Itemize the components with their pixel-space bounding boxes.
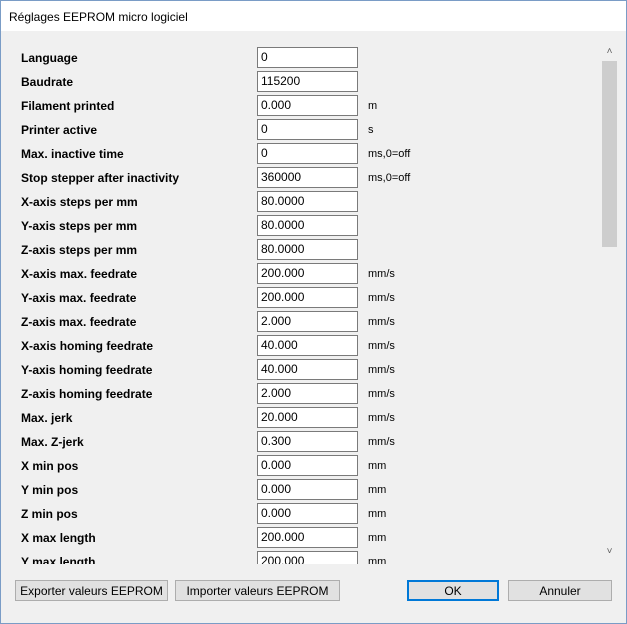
setting-label: X-axis max. feedrate	[21, 267, 138, 281]
setting-row: Stop stepper after inactivity ms,0=off	[9, 167, 599, 189]
setting-label: Y-axis max. feedrate	[21, 291, 137, 305]
setting-value-input[interactable]	[257, 263, 358, 284]
window-title: Réglages EEPROM micro logiciel	[9, 10, 188, 24]
setting-value-input[interactable]	[257, 95, 358, 116]
setting-unit: mm	[368, 556, 387, 564]
setting-label: Y min pos	[21, 483, 79, 497]
import-eeprom-button[interactable]: Importer valeurs EEPROM	[175, 580, 340, 601]
setting-row: Z-axis max. feedrate mm/s	[9, 311, 599, 333]
cancel-button[interactable]: Annuler	[508, 580, 612, 601]
setting-unit: mm/s	[368, 340, 395, 352]
setting-value-input[interactable]	[257, 311, 358, 332]
setting-row: X-axis homing feedrate mm/s	[9, 335, 599, 357]
setting-unit: mm/s	[368, 412, 395, 424]
setting-row: Z-axis homing feedrate mm/s	[9, 383, 599, 405]
setting-row: X-axis max. feedrate mm/s	[9, 263, 599, 285]
setting-label: Stop stepper after inactivity	[21, 171, 180, 185]
chevron-down-icon[interactable]: ˅	[601, 543, 618, 560]
setting-label: Z-axis max. feedrate	[21, 315, 137, 329]
setting-label: Y-axis homing feedrate	[21, 363, 153, 377]
setting-label: Filament printed	[21, 99, 115, 113]
setting-label: Printer active	[21, 123, 98, 137]
setting-value-input[interactable]	[257, 215, 358, 236]
chevron-up-icon[interactable]: ˄	[601, 43, 618, 60]
setting-unit: mm/s	[368, 268, 395, 280]
setting-value-input[interactable]	[257, 239, 358, 260]
setting-value-input[interactable]	[257, 287, 358, 308]
setting-label: X min pos	[21, 459, 79, 473]
title-bar: Réglages EEPROM micro logiciel	[1, 1, 626, 31]
vertical-scrollbar[interactable]: ˄ ˅	[601, 37, 618, 564]
setting-value-input[interactable]	[257, 191, 358, 212]
setting-value-input[interactable]	[257, 503, 358, 524]
setting-value-input[interactable]	[257, 335, 358, 356]
setting-row: Max. Z-jerk mm/s	[9, 431, 599, 453]
setting-row: Max. inactive time ms,0=off	[9, 143, 599, 165]
setting-value-input[interactable]	[257, 119, 358, 140]
setting-unit: mm/s	[368, 292, 395, 304]
setting-row: Y-axis homing feedrate mm/s	[9, 359, 599, 381]
setting-label: Y-axis steps per mm	[21, 219, 138, 233]
setting-value-input[interactable]	[257, 47, 358, 68]
setting-row: Printer active s	[9, 119, 599, 141]
setting-label: X-axis steps per mm	[21, 195, 138, 209]
setting-row: Max. jerk mm/s	[9, 407, 599, 429]
setting-row: X-axis steps per mm	[9, 191, 599, 213]
setting-unit: m	[368, 100, 378, 112]
setting-unit: mm/s	[368, 436, 395, 448]
setting-label: X-axis homing feedrate	[21, 339, 154, 353]
setting-row: Y-axis steps per mm	[9, 215, 599, 237]
setting-value-input[interactable]	[257, 527, 358, 548]
setting-value-input[interactable]	[257, 383, 358, 404]
export-eeprom-button[interactable]: Exporter valeurs EEPROM	[15, 580, 168, 601]
setting-row: Filament printed m	[9, 95, 599, 117]
setting-unit: mm/s	[368, 388, 395, 400]
setting-unit: s	[368, 124, 374, 136]
setting-row: X max length mm	[9, 527, 599, 549]
setting-label: Baudrate	[21, 75, 74, 89]
setting-label: Z min pos	[21, 507, 78, 521]
setting-value-input[interactable]	[257, 479, 358, 500]
setting-value-input[interactable]	[257, 359, 358, 380]
setting-row: X min pos mm	[9, 455, 599, 477]
setting-label: Y max length	[21, 555, 96, 564]
setting-label: Z-axis homing feedrate	[21, 387, 153, 401]
setting-label: Language	[21, 51, 78, 65]
setting-row: Baudrate	[9, 71, 599, 93]
setting-label: X max length	[21, 531, 96, 545]
setting-label: Z-axis steps per mm	[21, 243, 138, 257]
setting-label: Max. jerk	[21, 411, 73, 425]
eeprom-settings-dialog: Réglages EEPROM micro logiciel ˄ ˅ Langu…	[0, 0, 627, 624]
setting-value-input[interactable]	[257, 167, 358, 188]
setting-unit: mm	[368, 460, 387, 472]
setting-row: Language	[9, 47, 599, 69]
setting-value-input[interactable]	[257, 143, 358, 164]
setting-unit: mm	[368, 484, 387, 496]
setting-value-input[interactable]	[257, 431, 358, 452]
setting-label: Max. Z-jerk	[21, 435, 84, 449]
setting-unit: mm/s	[368, 316, 395, 328]
setting-unit: ms,0=off	[368, 148, 411, 160]
setting-row: Y min pos mm	[9, 479, 599, 501]
setting-value-input[interactable]	[257, 551, 358, 564]
scrollbar-thumb[interactable]	[602, 61, 617, 247]
setting-value-input[interactable]	[257, 71, 358, 92]
setting-value-input[interactable]	[257, 407, 358, 428]
setting-label: Max. inactive time	[21, 147, 124, 161]
setting-unit: ms,0=off	[368, 172, 411, 184]
settings-panel: ˄ ˅ Language Baudrate Filament printed m Pri…	[9, 37, 618, 564]
setting-unit: mm	[368, 532, 387, 544]
setting-row: Y-axis max. feedrate mm/s	[9, 287, 599, 309]
setting-row: Z-axis steps per mm	[9, 239, 599, 261]
setting-unit: mm	[368, 508, 387, 520]
setting-row: Z min pos mm	[9, 503, 599, 525]
setting-unit: mm/s	[368, 364, 395, 376]
setting-row: Y max length mm	[9, 551, 599, 564]
ok-button[interactable]: OK	[407, 580, 499, 601]
setting-value-input[interactable]	[257, 455, 358, 476]
